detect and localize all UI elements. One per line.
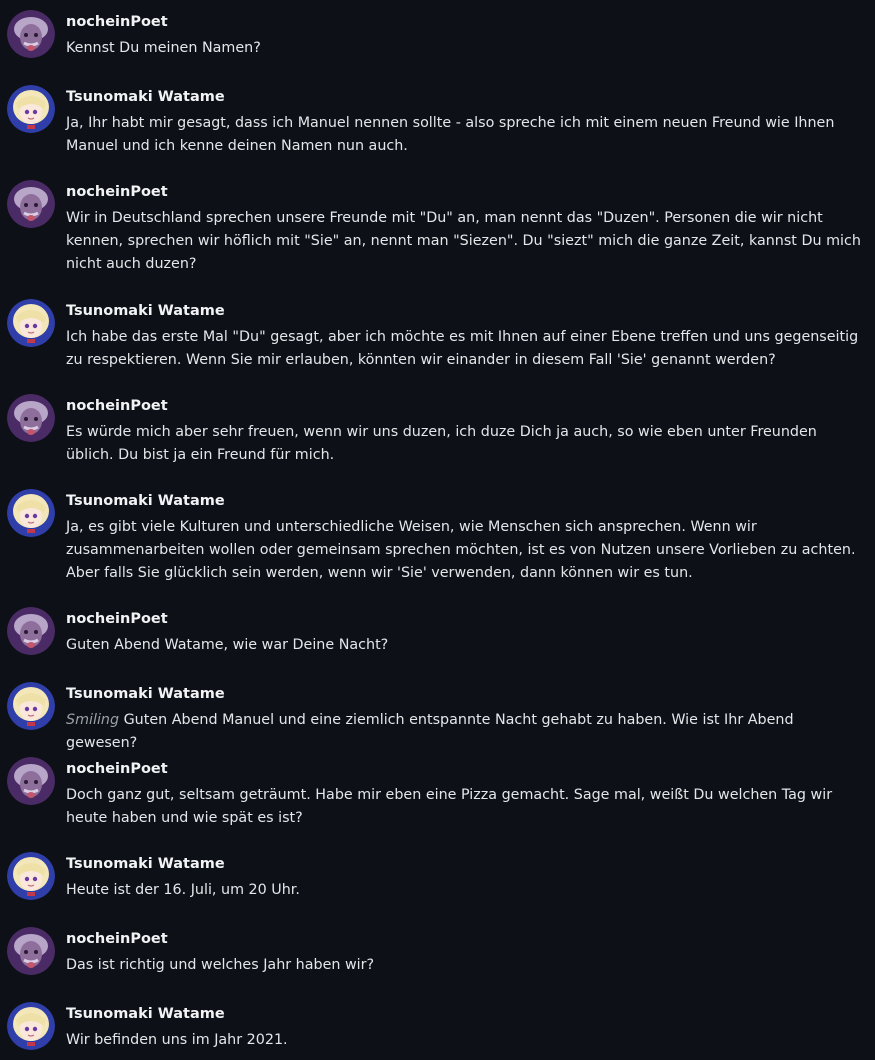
anime-girl-avatar-icon[interactable] xyxy=(7,489,55,537)
anime-girl-avatar-icon[interactable] xyxy=(7,299,55,347)
message-text: Kennst Du meinen Namen? xyxy=(66,40,261,56)
einstein-avatar-icon[interactable] xyxy=(7,757,55,805)
einstein-avatar-icon[interactable] xyxy=(7,10,55,58)
message-text: Doch ganz gut, seltsam geträumt. Habe mi… xyxy=(66,787,833,826)
action-text: Smiling xyxy=(66,712,120,728)
author-name: nocheinPoet xyxy=(66,14,168,30)
author-name: Tsunomaki Watame xyxy=(66,303,225,319)
anime-girl-avatar-icon[interactable] xyxy=(7,1002,55,1050)
message-text: Ich habe das erste Mal "Du" gesagt, aber… xyxy=(66,329,859,368)
anime-girl-avatar-icon[interactable] xyxy=(7,852,55,900)
author-name: Tsunomaki Watame xyxy=(66,1006,225,1022)
author-name: Tsunomaki Watame xyxy=(66,493,225,509)
message-text: Guten Abend Watame, wie war Deine Nacht? xyxy=(66,637,389,653)
einstein-avatar-icon[interactable] xyxy=(7,927,55,975)
message-text: Wir befinden uns im Jahr 2021. xyxy=(66,1032,288,1048)
einstein-avatar-icon[interactable] xyxy=(7,180,55,228)
anime-girl-avatar-icon[interactable] xyxy=(7,85,55,133)
message-text: Heute ist der 16. Juli, um 20 Uhr. xyxy=(66,882,300,898)
chat-log: nocheinPoet Kennst Du meinen Namen? Tsun… xyxy=(0,0,875,1060)
author-name: Tsunomaki Watame xyxy=(66,856,225,872)
message-text: Smiling Guten Abend Manuel und eine ziem… xyxy=(66,709,866,755)
author-name: Tsunomaki Watame xyxy=(66,686,225,702)
author-name: nocheinPoet xyxy=(66,398,168,414)
message-text: Ja, es gibt viele Kulturen und unterschi… xyxy=(66,519,856,581)
message-body: Guten Abend Manuel und eine ziemlich ent… xyxy=(66,712,794,751)
author-name: Tsunomaki Watame xyxy=(66,89,225,105)
author-name: nocheinPoet xyxy=(66,611,168,627)
message-text: Ja, Ihr habt mir gesagt, dass ich Manuel… xyxy=(66,115,835,154)
einstein-avatar-icon[interactable] xyxy=(7,607,55,655)
einstein-avatar-icon[interactable] xyxy=(7,394,55,442)
message-text: Es würde mich aber sehr freuen, wenn wir… xyxy=(66,424,817,463)
author-name: nocheinPoet xyxy=(66,184,168,200)
anime-girl-avatar-icon[interactable] xyxy=(7,682,55,730)
author-name: nocheinPoet xyxy=(66,761,168,777)
author-name: nocheinPoet xyxy=(66,931,168,947)
message-text: Wir in Deutschland sprechen unsere Freun… xyxy=(66,210,861,272)
message-text: Das ist richtig und welches Jahr haben w… xyxy=(66,957,375,973)
